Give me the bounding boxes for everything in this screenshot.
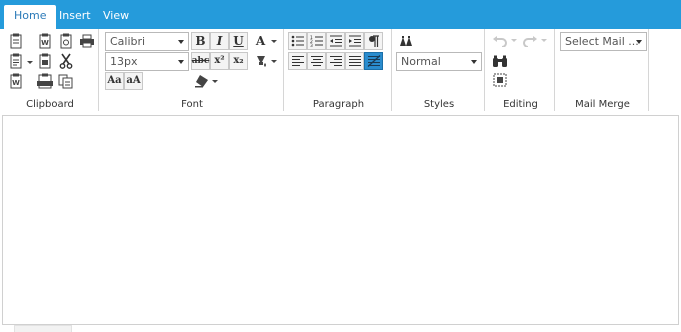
editor-content-area[interactable] [2, 115, 679, 325]
superscript-label: x² [214, 55, 225, 66]
chevron-down-icon [636, 40, 642, 44]
editing-group-label: Editing [503, 99, 538, 110]
font-family-value: Calibri [110, 35, 146, 48]
styles-value: Normal [401, 55, 441, 68]
mail-merge-group-label: Mail Merge [575, 99, 630, 110]
mail-merge-select[interactable]: Select Mail ... [560, 32, 647, 51]
redo-icon[interactable] [520, 31, 539, 49]
styles-group: Normal Styles [394, 29, 485, 111]
highlight-color-icon[interactable] [251, 52, 270, 70]
mail-merge-value: Select Mail ... [565, 35, 639, 48]
copy-icon[interactable] [56, 72, 75, 90]
svg-text:W: W [41, 39, 49, 47]
strikethrough-label: abc [191, 55, 210, 66]
cut-icon[interactable] [56, 52, 75, 70]
paste-clean-icon[interactable] [56, 32, 75, 50]
subscript-button[interactable]: x₂ [229, 52, 248, 70]
view-mode-tab[interactable] [14, 325, 72, 332]
italic-button[interactable]: I [210, 32, 229, 50]
chevron-down-icon [178, 60, 184, 64]
font-size-value: 13px [110, 55, 138, 68]
mail-merge-group: Select Mail ... Mail Merge [557, 29, 649, 111]
bold-button[interactable]: B [191, 32, 210, 50]
chevron-down-icon [178, 40, 184, 44]
apply-styles-icon[interactable] [396, 32, 415, 50]
ribbon: W W Clipboard Calibri B I U A 13px abc x… [0, 29, 681, 113]
underline-label: U [233, 34, 244, 48]
styles-select[interactable]: Normal [396, 52, 482, 71]
svg-text:W: W [12, 79, 20, 87]
clipboard-group: W W Clipboard [2, 29, 99, 111]
styles-group-label: Styles [423, 99, 455, 110]
font-group: Calibri B I U A 13px abc x² x₂ Aa aA Fon… [101, 29, 284, 111]
paragraph-group-label: Paragraph [312, 99, 365, 110]
subscript-label: x₂ [233, 55, 244, 66]
grow-font-label: aA [126, 75, 141, 86]
ribbon-tab-bar: Home Insert View [0, 0, 681, 29]
editing-group: Editing [487, 29, 555, 111]
bullet-list-icon[interactable] [288, 32, 307, 50]
paste-icon[interactable] [6, 32, 25, 50]
underline-button[interactable]: U [229, 32, 248, 50]
show-formatting-marks-icon[interactable] [364, 32, 383, 50]
grow-font-button[interactable]: aA [124, 72, 143, 90]
shrink-font-label: Aa [107, 75, 122, 86]
shrink-font-button[interactable]: Aa [105, 72, 124, 90]
align-right-icon[interactable] [326, 52, 345, 70]
font-color-label: A [255, 34, 266, 48]
font-family-select[interactable]: Calibri [105, 32, 189, 51]
svg-text:3: 3 [310, 43, 313, 47]
italic-label: I [216, 34, 223, 48]
print-icon[interactable] [77, 32, 96, 50]
font-group-label: Font [181, 99, 203, 110]
paste-word-icon[interactable]: W [35, 32, 54, 50]
increase-indent-icon[interactable] [345, 32, 364, 50]
right-to-left-icon[interactable] [364, 52, 383, 70]
font-color-button[interactable]: A [251, 32, 270, 50]
chevron-down-icon [471, 60, 477, 64]
bold-label: B [195, 34, 206, 48]
redo-chevron-down-icon[interactable] [541, 39, 547, 42]
find-binoculars-icon[interactable] [490, 52, 509, 70]
undo-chevron-down-icon[interactable] [511, 39, 517, 42]
paste-as-html-icon[interactable] [35, 72, 54, 90]
paste-html-icon[interactable] [35, 52, 54, 70]
clipboard-group-label: Clipboard [26, 99, 74, 110]
decrease-indent-icon[interactable] [326, 32, 345, 50]
paste-as-word-icon[interactable]: W [6, 72, 25, 90]
strikethrough-button[interactable]: abc [191, 52, 210, 70]
superscript-button[interactable]: x² [210, 52, 229, 70]
clear-formatting-chevron-down-icon[interactable] [212, 80, 218, 83]
numbered-list-icon[interactable]: 123 [307, 32, 326, 50]
paste-options-chevron-down-icon[interactable] [27, 61, 33, 64]
font-size-select[interactable]: 13px [105, 52, 189, 71]
undo-icon[interactable] [490, 31, 509, 49]
justify-icon[interactable] [345, 52, 364, 70]
align-left-icon[interactable] [288, 52, 307, 70]
tab-view[interactable]: View [93, 5, 139, 29]
paragraph-group: 123 Paragraph [286, 29, 392, 111]
font-color-chevron-down-icon[interactable] [271, 40, 277, 43]
highlight-chevron-down-icon[interactable] [271, 60, 277, 63]
clear-formatting-eraser-icon[interactable] [192, 72, 211, 90]
align-center-icon[interactable] [307, 52, 326, 70]
paste-text-icon[interactable] [6, 52, 25, 70]
select-all-icon[interactable] [490, 71, 509, 89]
